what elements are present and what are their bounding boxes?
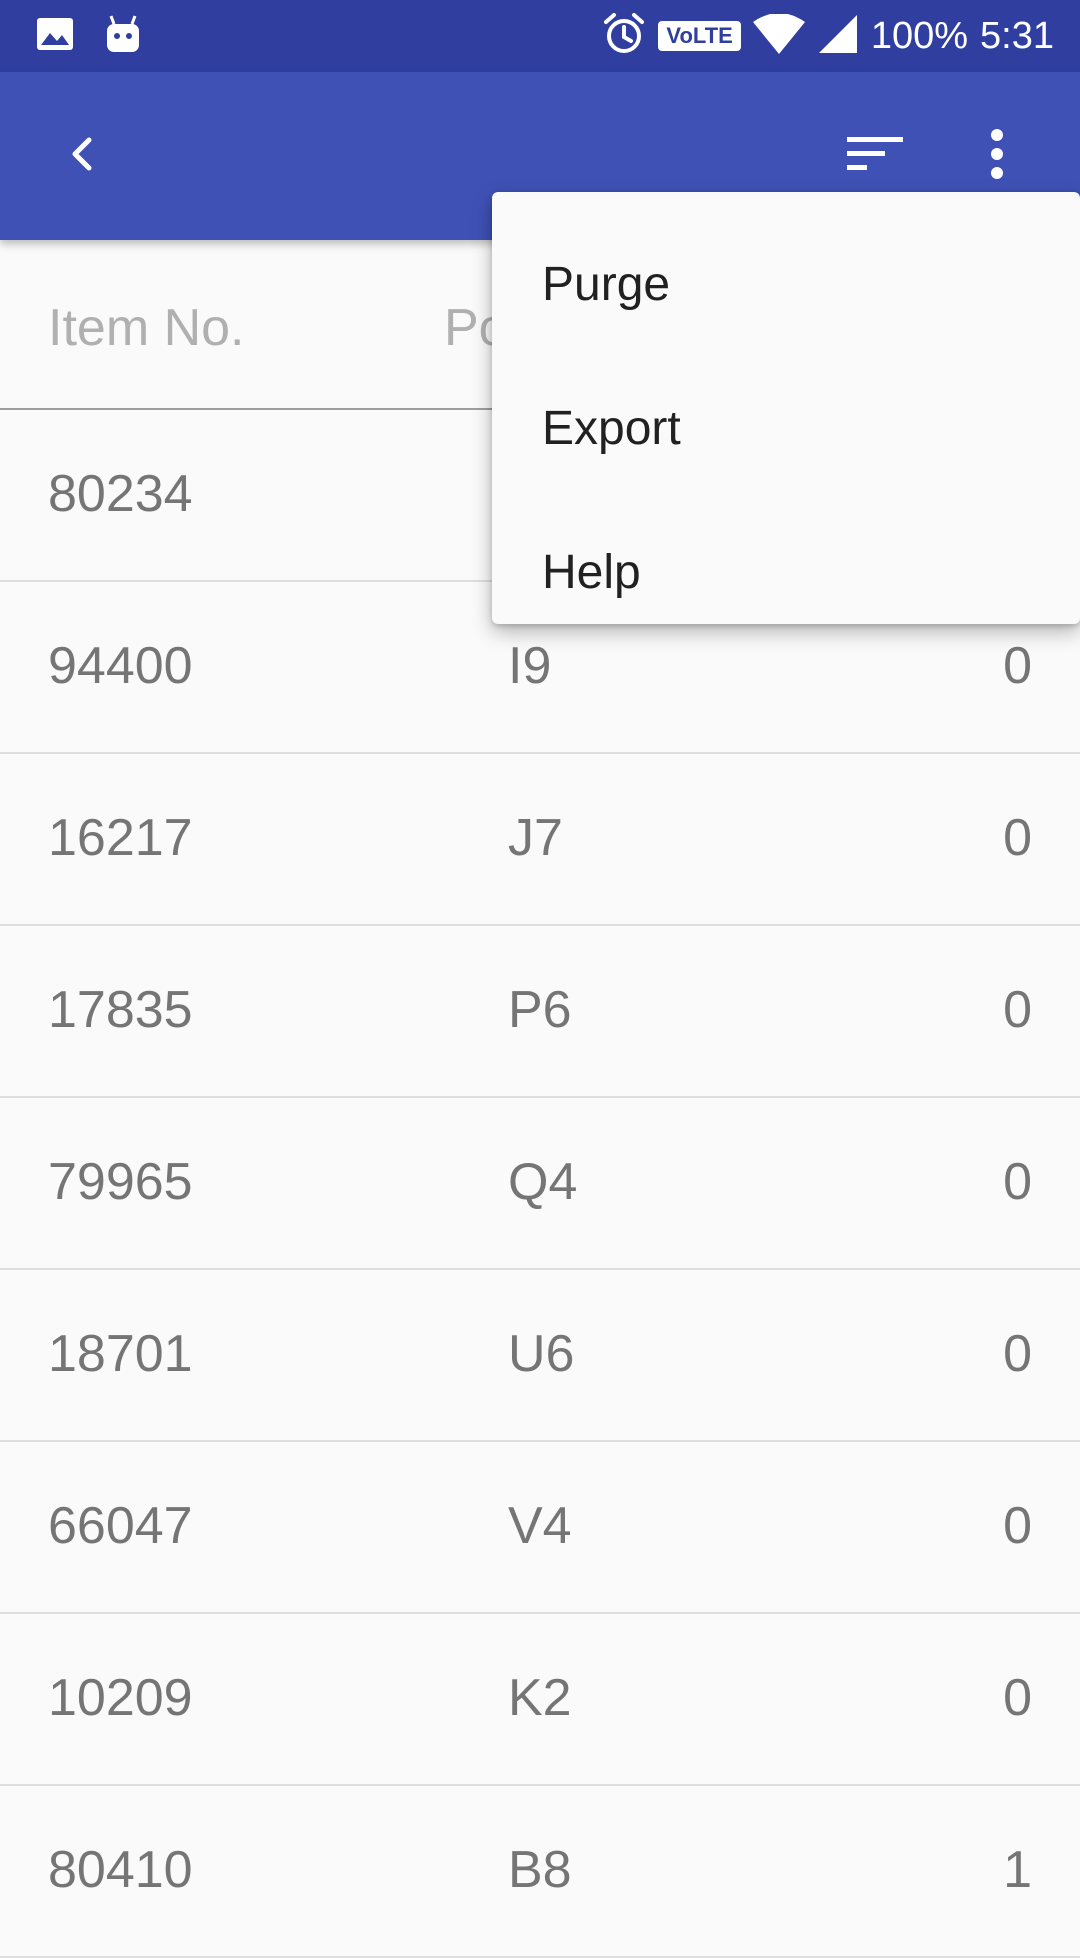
menu-item-purge[interactable]: Purge [492, 212, 1080, 356]
overflow-menu: Purge Export Help [492, 192, 1080, 624]
more-vert-icon [989, 128, 1005, 185]
android-debug-icon [104, 14, 142, 59]
item-number: 79965 [48, 1153, 193, 1211]
status-bar: VoLTE 100% 5:31 [0, 0, 1080, 72]
position-cell: K2 [508, 1669, 572, 1727]
item-number: 16217 [48, 809, 193, 867]
menu-item-export[interactable]: Export [492, 356, 1080, 500]
quantity-cell: 0 [1003, 637, 1032, 695]
quantity-cell: 0 [1003, 1497, 1032, 1555]
item-number: 94400 [48, 637, 193, 695]
table-row[interactable]: 16217 J7 0 [0, 754, 1080, 926]
quantity-cell: 0 [1003, 1669, 1032, 1727]
position-cell: V4 [508, 1497, 572, 1555]
item-number: 66047 [48, 1497, 193, 1555]
table-row[interactable]: 80410 B8 1 [0, 1786, 1080, 1958]
quantity-cell: 0 [1003, 981, 1032, 1039]
item-number: 80410 [48, 1841, 193, 1899]
column-header-item-no[interactable]: Item No. [48, 298, 245, 358]
table-row[interactable]: 79965 Q4 0 [0, 1098, 1080, 1270]
item-number: 10209 [48, 1669, 193, 1727]
quantity-cell: 0 [1003, 1325, 1032, 1383]
quantity-cell: 1 [1003, 1841, 1032, 1899]
table-row[interactable]: 17835 P6 0 [0, 926, 1080, 1098]
position-cell: B8 [508, 1841, 572, 1899]
quantity-cell: 0 [1003, 1153, 1032, 1211]
volte-icon: VoLTE [658, 21, 741, 51]
position-cell: I9 [508, 637, 552, 695]
position-cell: U6 [508, 1325, 575, 1383]
back-button[interactable] [28, 72, 138, 240]
position-cell: P6 [508, 981, 572, 1039]
sort-icon [847, 134, 903, 179]
chevron-left-icon [63, 134, 103, 179]
battery-level: 100% [870, 14, 969, 57]
item-number: 80234 [48, 465, 193, 523]
table-row[interactable]: 66047 V4 0 [0, 1442, 1080, 1614]
position-cell: Q4 [508, 1153, 578, 1211]
item-number: 18701 [48, 1325, 193, 1383]
quantity-cell: 0 [1003, 809, 1032, 867]
position-cell: J7 [508, 809, 563, 867]
item-number: 17835 [48, 981, 193, 1039]
signal-icon [817, 13, 859, 60]
clock: 5:31 [980, 14, 1054, 57]
alarm-icon [602, 12, 646, 61]
menu-item-help[interactable]: Help [492, 500, 1080, 644]
image-icon [36, 17, 74, 56]
wifi-icon [752, 12, 805, 59]
table-row[interactable]: 18701 U6 0 [0, 1270, 1080, 1442]
table-row[interactable]: 10209 K2 0 [0, 1614, 1080, 1786]
